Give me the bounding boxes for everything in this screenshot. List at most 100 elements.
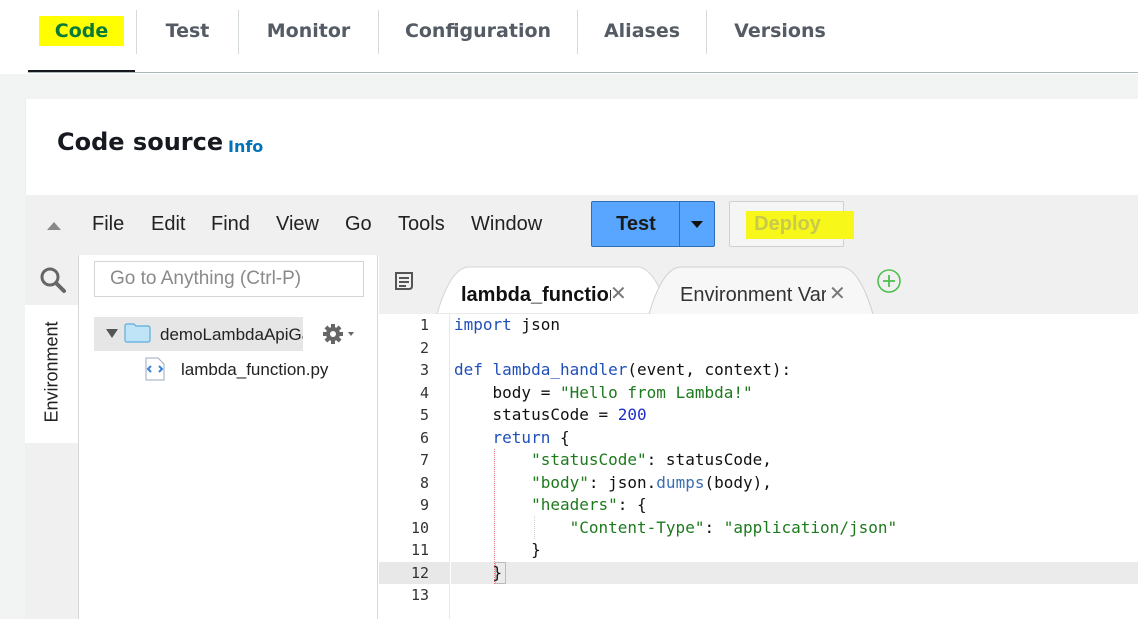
code-token: dumps xyxy=(656,472,705,492)
tab-configuration-label: Configuration xyxy=(404,20,552,42)
test-button[interactable]: Test xyxy=(592,202,680,246)
menu-tools[interactable]: Tools xyxy=(398,213,445,236)
line-number: 12 xyxy=(410,563,429,582)
code-token: lambda_handler xyxy=(492,360,628,379)
line-number: 11 xyxy=(410,541,429,559)
menu-window[interactable]: Window xyxy=(471,213,542,236)
tab-monitor[interactable]: Monitor xyxy=(239,10,378,52)
deploy-button-label: Deploy xyxy=(754,212,821,235)
line-number: 13 xyxy=(410,586,429,604)
line-number: 6 xyxy=(419,428,429,447)
tab-versions[interactable]: Versions xyxy=(707,10,853,52)
line-number: 7 xyxy=(419,451,429,469)
tab-aliases-label: Aliases xyxy=(603,20,681,42)
tabs-divider xyxy=(28,72,1138,73)
test-dropdown-button[interactable] xyxy=(680,202,714,246)
menu-file[interactable]: File xyxy=(92,213,124,236)
tab-test-label: Test xyxy=(165,20,210,42)
tab-test[interactable]: Test xyxy=(137,10,238,52)
code-token: { xyxy=(550,427,570,447)
code-line-9: "headers": { xyxy=(454,494,647,517)
tab-code[interactable]: Code xyxy=(28,10,135,52)
tab-aliases[interactable]: Aliases xyxy=(578,10,706,52)
environment-tab-label: Environment xyxy=(41,321,62,423)
top-tab-bar: Code Test Monitor Configuration Aliases … xyxy=(0,0,1138,74)
line-number: 8 xyxy=(419,473,429,492)
info-link[interactable]: Info xyxy=(228,137,263,156)
menu-go[interactable]: Go xyxy=(345,213,372,236)
active-line-highlight xyxy=(451,562,1138,584)
line-number: 5 xyxy=(419,406,429,424)
gear-icon[interactable] xyxy=(322,323,356,345)
tab-configuration[interactable]: Configuration xyxy=(379,10,577,52)
collapse-up-icon[interactable] xyxy=(47,222,61,230)
line-number: 9 xyxy=(419,496,429,514)
folder-label: demoLambdaApiGateway xyxy=(160,325,303,344)
code-token: : json. xyxy=(588,472,657,492)
code-token: "Hello from Lambda!" xyxy=(559,382,753,402)
line-number: 1 xyxy=(419,316,429,334)
ide-menu-bar: File Edit Find View Go Tools Window Test… xyxy=(25,195,1138,255)
code-line-12: } xyxy=(454,562,503,585)
code-token: (body), xyxy=(704,472,772,492)
deploy-button[interactable]: Deploy xyxy=(729,201,854,247)
code-token: import xyxy=(454,315,512,334)
code-token: 200 xyxy=(617,405,647,424)
tab-monitor-label: Monitor xyxy=(266,20,351,42)
tab-code-label: Code xyxy=(38,16,125,46)
code-token: } xyxy=(492,562,503,582)
code-token: "statusCode" xyxy=(531,450,647,469)
panel-title: Code source xyxy=(57,128,224,156)
editor-tab-bar: lambda_function ✕ Environment Variables … xyxy=(379,255,1138,314)
search-icon[interactable] xyxy=(39,266,67,294)
python-file-icon xyxy=(145,357,165,381)
editor-tab-environment-variables[interactable]: Environment Variables ✕ xyxy=(679,267,849,314)
code-line-4: body = "Hello from Lambda!" xyxy=(454,382,753,405)
code-token: : xyxy=(704,517,724,537)
code-line-8: "body": json.dumps(body), xyxy=(454,472,772,495)
code-token: json xyxy=(511,315,560,334)
add-tab-icon[interactable] xyxy=(876,268,902,294)
code-token: statusCode = xyxy=(454,405,618,424)
code-line-11: } xyxy=(454,539,541,562)
editor-tab-lambda-function[interactable]: lambda_function ✕ xyxy=(459,267,639,314)
editor-tab-label: lambda_function xyxy=(461,284,611,306)
folder-icon xyxy=(124,323,151,343)
close-tab-icon[interactable]: ✕ xyxy=(829,281,846,306)
code-token: (event, context): xyxy=(627,360,792,379)
code-token: body = xyxy=(454,382,560,402)
code-line-6: return { xyxy=(454,427,570,450)
code-token: "body" xyxy=(531,472,589,492)
code-line-1: import json xyxy=(454,314,560,337)
menu-edit[interactable]: Edit xyxy=(151,213,185,236)
code-editor[interactable]: 1 2 3 4 5 6 7 8 9 10 11 12 13 import jso… xyxy=(379,314,1138,619)
menu-view[interactable]: View xyxy=(276,213,319,236)
code-token: : statusCode, xyxy=(646,450,772,469)
caret-down-icon xyxy=(691,220,703,228)
file-label: lambda_function.py xyxy=(181,360,329,379)
tab-versions-label: Versions xyxy=(734,20,826,42)
code-token: "application/json" xyxy=(723,517,898,537)
code-line-5: statusCode = 200 xyxy=(454,404,647,427)
test-split-button: Test xyxy=(591,201,715,247)
go-to-anything-input[interactable] xyxy=(94,261,364,297)
folder-row[interactable]: demoLambdaApiGateway xyxy=(94,317,303,351)
code-line-7: "statusCode": statusCode, xyxy=(454,449,772,472)
menu-find[interactable]: Find xyxy=(211,213,250,236)
code-token: return xyxy=(492,427,551,447)
editor-tab-label: Environment Variables xyxy=(680,284,826,306)
close-tab-icon[interactable]: ✕ xyxy=(610,281,627,306)
line-number: 4 xyxy=(419,383,429,402)
line-number: 2 xyxy=(419,338,429,357)
code-line-10: "Content-Type": "application/json" xyxy=(454,517,898,540)
code-token: "headers" xyxy=(531,495,618,514)
line-number: 10 xyxy=(410,518,429,537)
line-number: 3 xyxy=(419,361,429,379)
code-token: "Content-Type" xyxy=(569,517,705,537)
file-tree-panel: demoLambdaApiGateway lambda_function.p xyxy=(80,255,378,619)
file-item-lambda-function[interactable]: lambda_function.py xyxy=(144,355,344,385)
code-line-3: def lambda_handler(event, context): xyxy=(454,359,791,382)
expand-down-icon[interactable] xyxy=(106,329,118,338)
code-token: : { xyxy=(617,495,647,514)
code-token: def xyxy=(454,360,483,379)
